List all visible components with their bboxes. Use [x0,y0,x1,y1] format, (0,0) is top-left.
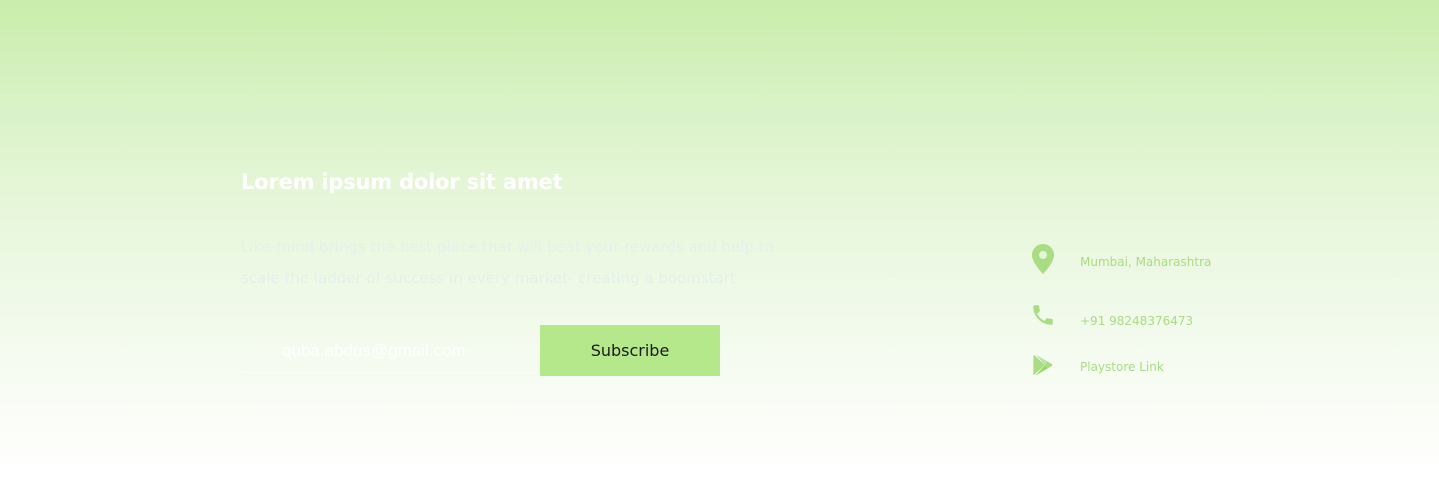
phone-label: +91 98248376473 [1080,314,1194,328]
newsletter-title: Lorem ipsum dolor sit amet [241,170,563,194]
phone-icon [1028,302,1058,328]
contact-phone: +91 98248376473 [1028,302,1193,328]
map-pin-icon [1028,244,1058,274]
location-label: Mumbai, Maharashtra [1080,255,1212,269]
playstore-link[interactable]: Playstore Link [1080,360,1164,374]
email-input[interactable] [241,325,540,376]
contact-location: Mumbai, Maharashtra [1028,244,1211,274]
newsletter-section: Lorem ipsum dolor sit amet Like-mind bri… [0,0,1439,479]
contact-playstore[interactable]: Playstore Link [1028,353,1164,377]
play-store-icon[interactable] [1028,353,1058,377]
newsletter-description: Like-mind brings the best place that wil… [241,238,774,287]
subscribe-button[interactable]: Subscribe [540,325,720,376]
